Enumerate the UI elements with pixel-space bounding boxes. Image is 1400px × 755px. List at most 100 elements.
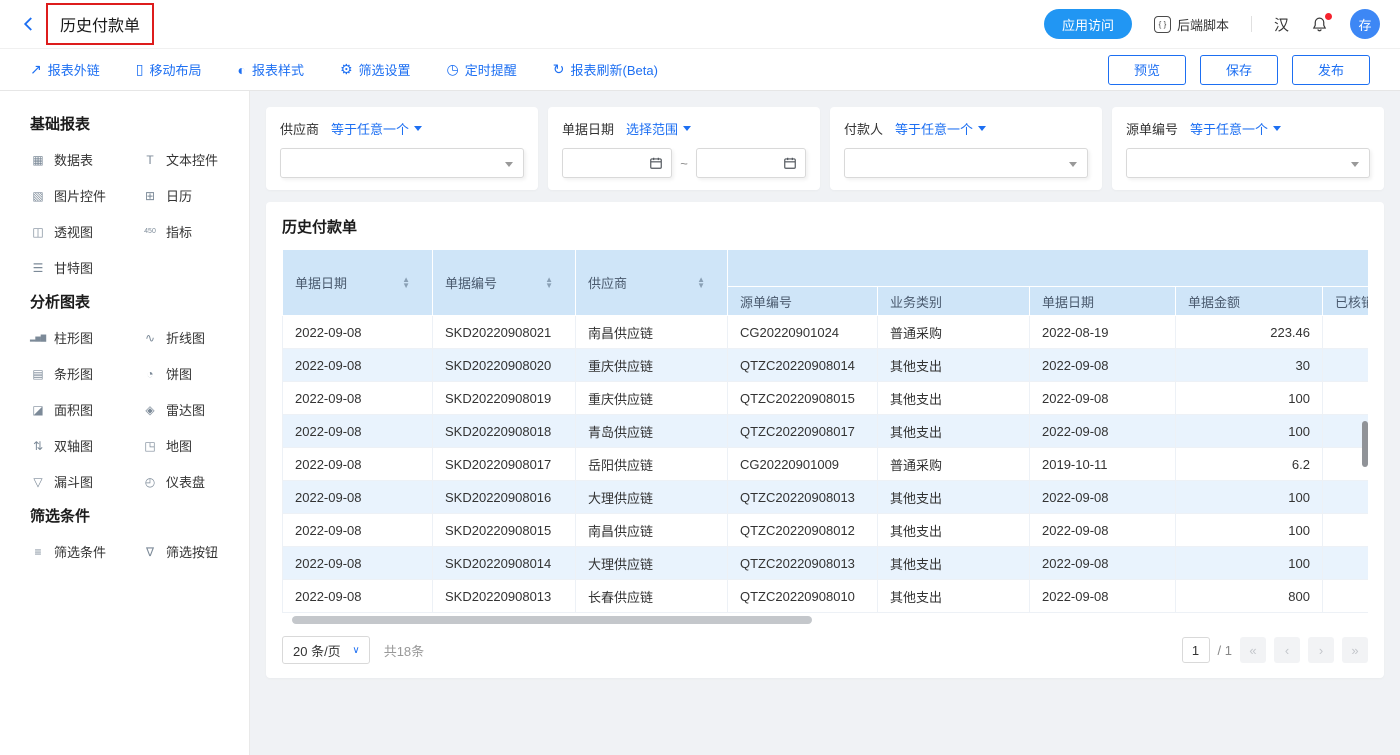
save-button[interactable]: 保存 <box>1200 55 1278 85</box>
payer-select[interactable] <box>844 148 1088 178</box>
table-cell: SKD20220908019 <box>433 382 576 415</box>
sidebar-item[interactable]: ▦数据表 <box>30 150 142 169</box>
toolbar-item-report-style[interactable]: ◐报表样式 <box>237 60 303 79</box>
table-cell: 2022-09-08 <box>1030 514 1176 547</box>
sidebar-item[interactable]: ◫透视图 <box>30 222 142 241</box>
avatar[interactable]: 存 <box>1350 9 1380 39</box>
report-table-card: 历史付款单 单据日期▲▼单据编号▲▼供应商▲▼源单编号业务类别单据日期单据金额已… <box>266 202 1384 678</box>
toolbar-menu: ↗报表外链 ▯移动布局 ◐报表样式 ⚙筛选设置 ◷定时提醒 ↻报表刷新(Beta) <box>30 60 658 79</box>
current-page-input[interactable]: 1 <box>1182 637 1210 663</box>
sidebar-item[interactable]: ◴仪表盘 <box>142 472 219 491</box>
date-end-input[interactable] <box>696 148 806 178</box>
table-cell: 2022-09-08 <box>283 448 433 481</box>
table-cell: CG20220901024 <box>728 316 878 349</box>
sort-icon[interactable]: ▲▼ <box>545 277 553 289</box>
sidebar-item[interactable]: ∿折线图 <box>142 328 219 347</box>
sidebar-item[interactable]: ☰甘特图 <box>30 258 142 277</box>
sidebar-item-label: 图片控件 <box>54 186 106 205</box>
table-cell: 其他支出 <box>878 547 1030 580</box>
first-page-icon[interactable]: « <box>1240 637 1266 663</box>
toolbar-item-report-refresh[interactable]: ↻报表刷新(Beta) <box>553 60 658 79</box>
chevron-down-icon <box>683 126 691 131</box>
sidebar-item[interactable]: ▂▅▇柱形图 <box>30 328 142 347</box>
filter-card-supplier[interactable]: 供应商 等于任意一个 <box>266 107 538 190</box>
filter-condition-dropdown[interactable]: 等于任意一个 <box>1190 119 1281 138</box>
column-header: 单据日期 <box>1030 287 1176 316</box>
table-row[interactable]: 2022-09-08SKD20220908017岳阳供应链CG202209010… <box>283 448 1369 481</box>
table-cell: 100 <box>1176 415 1323 448</box>
table-cell: 大理供应链 <box>576 547 728 580</box>
table-row[interactable]: 2022-09-08SKD20220908020重庆供应链QTZC2022090… <box>283 349 1369 382</box>
table-cell: 2022-09-08 <box>283 349 433 382</box>
table-row[interactable]: 2022-09-08SKD20220908015南昌供应链QTZC2022090… <box>283 514 1369 547</box>
toolbar-item-mobile-layout[interactable]: ▯移动布局 <box>136 60 202 79</box>
filter-card-date[interactable]: 单据日期 选择范围 ~ <box>548 107 820 190</box>
date-start-input[interactable] <box>562 148 672 178</box>
sidebar-item[interactable]: ◳地图 <box>142 436 219 455</box>
pivot-table-icon: ◫ <box>30 225 46 239</box>
sidebar-item[interactable]: ▽漏斗图 <box>30 472 142 491</box>
sidebar-item[interactable]: ◔饼图 <box>142 364 219 383</box>
table-cell: 2022-09-08 <box>1030 580 1176 613</box>
sidebar-item[interactable]: 450指标 <box>142 222 219 241</box>
filter-condition-dropdown[interactable]: 等于任意一个 <box>331 119 422 138</box>
backend-script-button[interactable]: { } 后端脚本 <box>1154 15 1229 34</box>
sidebar-item[interactable]: ▤条形图 <box>30 364 142 383</box>
toolbar-item-external-link[interactable]: ↗报表外链 <box>30 60 100 79</box>
sidebar-item[interactable]: ⊞日历 <box>142 186 219 205</box>
sidebar-section-title: 基础报表 <box>30 113 219 134</box>
sort-icon[interactable]: ▲▼ <box>697 277 705 289</box>
table-row[interactable]: 2022-09-08SKD20220908018青岛供应链QTZC2022090… <box>283 415 1369 448</box>
vertical-scrollbar[interactable] <box>1362 421 1368 467</box>
next-page-icon[interactable]: › <box>1308 637 1334 663</box>
sort-icon[interactable]: ▲▼ <box>402 277 410 289</box>
table-row[interactable]: 2022-09-08SKD20220908013长春供应链QTZC2022090… <box>283 580 1369 613</box>
filter-card-payer[interactable]: 付款人 等于任意一个 <box>830 107 1102 190</box>
sidebar-item-label: 筛选条件 <box>54 542 106 561</box>
filter-condition-dropdown[interactable]: 选择范围 <box>626 119 691 138</box>
table-cell: 800 <box>1176 580 1323 613</box>
table-row[interactable]: 2022-09-08SKD20220908021南昌供应链CG202209010… <box>283 316 1369 349</box>
toolbar-item-filter-settings[interactable]: ⚙筛选设置 <box>340 60 411 79</box>
chevron-down-icon <box>1069 162 1077 167</box>
data-table-icon: ▦ <box>30 153 46 167</box>
filter-condition-dropdown[interactable]: 等于任意一个 <box>895 119 986 138</box>
sidebar-section-title: 筛选条件 <box>30 505 219 526</box>
notification-bell-icon[interactable] <box>1311 16 1328 33</box>
chevron-down-icon <box>978 126 986 131</box>
horizontal-scrollbar[interactable] <box>292 616 812 624</box>
sidebar-item[interactable]: ∇筛选按钮 <box>142 542 219 561</box>
supplier-select[interactable] <box>280 148 524 178</box>
table-cell: 100 <box>1176 514 1323 547</box>
report-table: 单据日期▲▼单据编号▲▼供应商▲▼源单编号业务类别单据日期单据金额已核销2022… <box>282 249 1368 613</box>
sidebar-item[interactable]: ◈雷达图 <box>142 400 219 419</box>
table-cell: SKD20220908014 <box>433 547 576 580</box>
page-size-select[interactable]: 20 条/页 ∨ <box>282 636 370 664</box>
source-no-select[interactable] <box>1126 148 1370 178</box>
table-cell: CG20220901009 <box>728 448 878 481</box>
table-cell: 2022-09-08 <box>1030 349 1176 382</box>
toolbar-item-scheduled-reminder[interactable]: ◷定时提醒 <box>447 60 517 79</box>
table-row[interactable]: 2022-09-08SKD20220908014大理供应链QTZC2022090… <box>283 547 1369 580</box>
calendar-widget-icon: ⊞ <box>142 189 158 203</box>
language-icon[interactable]: 汉 <box>1274 14 1289 35</box>
table-cell: QTZC20220908017 <box>728 415 878 448</box>
sidebar-item[interactable]: ◪面积图 <box>30 400 142 419</box>
sidebar-item[interactable]: ≡筛选条件 <box>30 542 142 561</box>
last-page-icon[interactable]: » <box>1342 637 1368 663</box>
sidebar-item[interactable]: T文本控件 <box>142 150 219 169</box>
sidebar-item[interactable]: ▧图片控件 <box>30 186 142 205</box>
preview-button[interactable]: 预览 <box>1108 55 1186 85</box>
filter-card-source-no[interactable]: 源单编号 等于任意一个 <box>1112 107 1384 190</box>
filter-condition-label: 等于任意一个 <box>895 119 973 138</box>
prev-page-icon[interactable]: ‹ <box>1274 637 1300 663</box>
table-cell: 2022-08-19 <box>1030 316 1176 349</box>
back-button[interactable] <box>20 15 38 33</box>
table-row[interactable]: 2022-09-08SKD20220908019重庆供应链QTZC2022090… <box>283 382 1369 415</box>
sidebar-item[interactable]: ⇅双轴图 <box>30 436 142 455</box>
app-access-button[interactable]: 应用访问 <box>1044 9 1132 39</box>
table-row[interactable]: 2022-09-08SKD20220908016大理供应链QTZC2022090… <box>283 481 1369 514</box>
column-header: 单据编号▲▼ <box>433 250 576 316</box>
publish-button[interactable]: 发布 <box>1292 55 1370 85</box>
pie-chart-icon: ◔ <box>142 367 158 381</box>
